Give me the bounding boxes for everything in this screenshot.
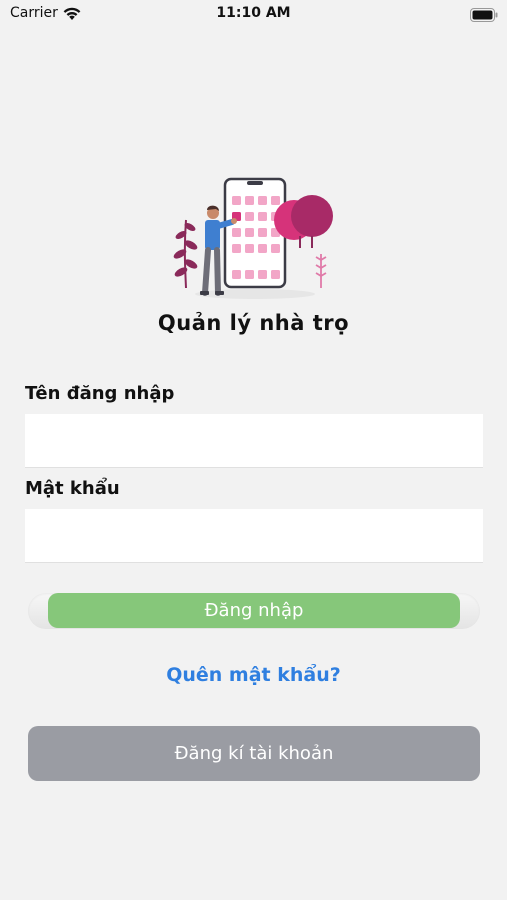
forgot-password-link[interactable]: Quên mật khẩu? — [0, 664, 507, 686]
status-time: 11:10 AM — [216, 5, 291, 21]
app-title: Quản lý nhà trọ — [157, 311, 350, 335]
username-input[interactable] — [25, 414, 483, 468]
username-label: Tên đăng nhập — [25, 383, 175, 404]
person-with-phone-app-grid-illustration — [170, 176, 340, 302]
password-input[interactable] — [25, 509, 483, 563]
battery-icon — [470, 7, 498, 26]
register-button[interactable]: Đăng kí tài khoản — [28, 726, 480, 781]
status-bar: Carrier 11:10 AM — [0, 0, 507, 28]
login-button[interactable]: Đăng nhập — [48, 593, 460, 628]
password-label: Mật khẩu — [25, 478, 120, 499]
